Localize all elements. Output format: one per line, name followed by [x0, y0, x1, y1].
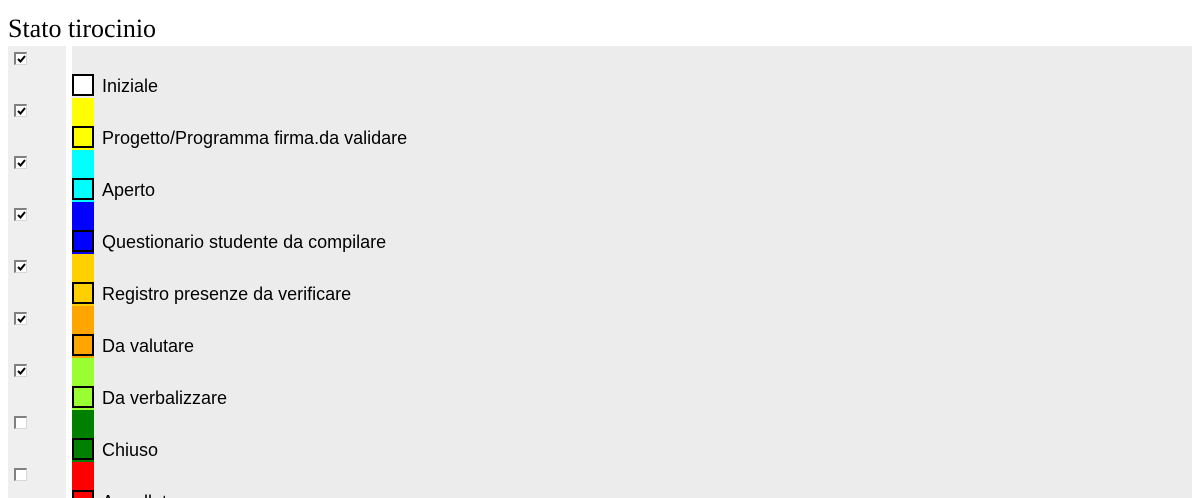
state-checkbox[interactable]	[14, 468, 27, 481]
state-row: Chiuso	[72, 410, 1192, 462]
checkmark-icon	[17, 107, 26, 115]
color-swatch	[72, 490, 94, 498]
state-checkbox[interactable]	[14, 208, 27, 221]
state-row: Iniziale	[72, 46, 1192, 98]
stato-tirocinio-panel: Stato tirocinio Iniziale Progetto/Program…	[0, 0, 1192, 498]
state-row: Annullato	[72, 462, 1192, 498]
state-checkbox[interactable]	[14, 156, 27, 169]
state-label: Da verbalizzare	[102, 388, 228, 408]
checkbox-cell	[8, 202, 66, 254]
state-row: Da verbalizzare	[72, 358, 1192, 410]
state-checkbox[interactable]	[14, 416, 27, 429]
color-swatch	[72, 386, 94, 408]
state-label: Registro presenze da verificare	[102, 284, 352, 304]
color-swatch	[72, 178, 94, 200]
state-label: Iniziale	[102, 76, 159, 96]
color-swatch	[72, 334, 94, 356]
state-row: Registro presenze da verificare	[72, 254, 1192, 306]
state-row: Aperto	[72, 150, 1192, 202]
state-checkbox[interactable]	[14, 104, 27, 117]
state-table: Iniziale Progetto/Programma firma.da vali…	[8, 46, 1192, 498]
state-row: Questionario studente da compilare	[72, 202, 1192, 254]
state-label: Annullato	[102, 492, 177, 498]
checkmark-icon	[17, 263, 26, 271]
checkbox-cell	[8, 358, 66, 410]
color-swatch	[72, 230, 94, 252]
state-row: Da valutare	[72, 306, 1192, 358]
checkbox-cell	[8, 254, 66, 306]
checkbox-cell	[8, 410, 66, 462]
checkbox-cell	[8, 46, 66, 98]
state-label: Aperto	[102, 180, 156, 200]
state-checkbox[interactable]	[14, 364, 27, 377]
checkbox-cell	[8, 306, 66, 358]
checkbox-cell	[8, 98, 66, 150]
checkmark-icon	[17, 159, 26, 167]
state-label: Da valutare	[102, 336, 195, 356]
checkbox-cell	[8, 150, 66, 202]
state-checkbox[interactable]	[14, 312, 27, 325]
state-label: Progetto/Programma firma.da validare	[102, 128, 408, 148]
state-checkbox[interactable]	[14, 260, 27, 273]
state-label: Chiuso	[102, 440, 159, 460]
color-swatch	[72, 74, 94, 96]
color-swatch	[72, 126, 94, 148]
state-label: Questionario studente da compilare	[102, 232, 387, 252]
state-row: Progetto/Programma firma.da validare	[72, 98, 1192, 150]
checkmark-icon	[17, 211, 26, 219]
color-swatch	[72, 438, 94, 460]
state-checkbox[interactable]	[14, 52, 27, 65]
checkmark-icon	[17, 55, 26, 63]
section-title: Stato tirocinio	[8, 14, 157, 43]
checkmark-icon	[17, 315, 26, 323]
checkbox-cell	[8, 462, 66, 498]
checkmark-icon	[17, 367, 26, 375]
color-swatch	[72, 282, 94, 304]
